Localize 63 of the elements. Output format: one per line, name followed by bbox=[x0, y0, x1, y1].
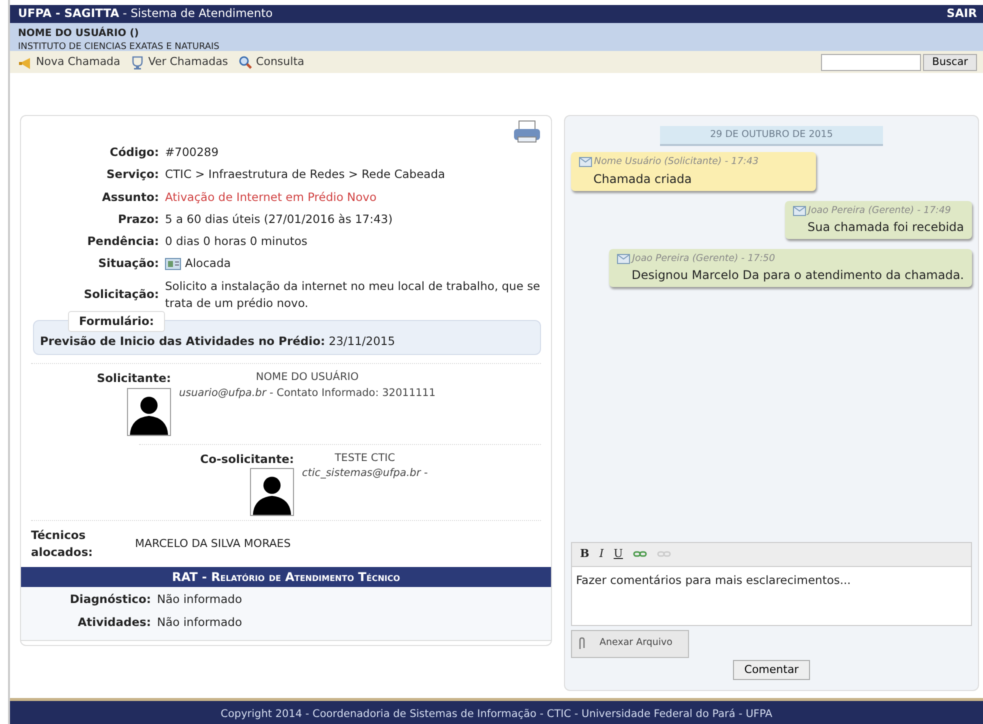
message-text: Chamada criada bbox=[592, 170, 693, 188]
avatar bbox=[250, 468, 294, 516]
field-value: CTIC > Infraestrutura de Redes > Rede Cabeada bbox=[165, 166, 446, 184]
field-value: MARCELO DA SILVA MORAES bbox=[135, 536, 291, 552]
message-icon bbox=[793, 206, 806, 216]
message-author: Joao Pereira (Gerente) - 17:50 bbox=[632, 252, 776, 266]
toolbar-link[interactable]: Ver Chamadas bbox=[130, 54, 228, 70]
toolbar-link[interactable]: Nova Chamada bbox=[18, 54, 120, 70]
attach-button[interactable]: Anexar Arquivo bbox=[571, 630, 689, 658]
field-label: Atividades: bbox=[76, 614, 151, 630]
bold-button[interactable]: B bbox=[580, 546, 590, 562]
message-text: Sua chamada foi recebida bbox=[806, 218, 964, 236]
avatar bbox=[127, 388, 171, 436]
field-label: Prazo: bbox=[116, 210, 159, 228]
user-unit: INSTITUTO DE CIENCIAS EXATAS E NATURAIS bbox=[18, 41, 220, 54]
field-label: Assunto: bbox=[101, 188, 159, 206]
italic-button[interactable]: I bbox=[599, 546, 604, 562]
field-label: Situação: bbox=[97, 255, 159, 272]
toolbar-link[interactable]: Consulta bbox=[238, 54, 304, 70]
field-label: Técnicos alocados: bbox=[31, 526, 94, 561]
field-label: Diagnóstico: bbox=[68, 591, 151, 608]
message-icon bbox=[617, 254, 630, 264]
cup-icon bbox=[130, 54, 146, 70]
field-label: Serviço: bbox=[105, 166, 159, 184]
search-button[interactable]: Buscar bbox=[923, 54, 977, 70]
field-value: Não informado bbox=[157, 591, 244, 608]
footer: Copyright 2014 - Coordenadoria de Sistemas de Informação - CTIC - Universidade Federal do Pará - UFPA bbox=[10, 698, 983, 724]
form-legend: Formulário: bbox=[68, 311, 165, 332]
printer-icon[interactable] bbox=[513, 120, 541, 144]
person-name: NOME DO USUÁRIO bbox=[254, 370, 360, 386]
person-contact: ctic_sistemas@ufpa.br - bbox=[302, 466, 428, 482]
person-role: Solicitante: bbox=[96, 370, 171, 388]
field-value: 0 dias 0 horas 0 minutos bbox=[165, 233, 308, 250]
comment-button[interactable]: Comentar bbox=[733, 660, 810, 680]
field-value: Ativação de Internet em Prédio Novo bbox=[165, 188, 378, 206]
person-name: TESTE CTIC bbox=[334, 450, 396, 466]
field-label: Código: bbox=[108, 144, 159, 161]
field-label: Pendência: bbox=[86, 233, 159, 250]
message-author: Nome Usuário (Solicitante) - 17:43 bbox=[594, 155, 759, 170]
link-icon[interactable] bbox=[632, 549, 647, 560]
search-field[interactable] bbox=[821, 54, 922, 70]
status-icon bbox=[165, 258, 181, 270]
date-label: 29 DE OUTUBRO DE 2015 bbox=[660, 126, 883, 146]
person-role: Co-solicitante: bbox=[200, 450, 294, 468]
underline-button[interactable]: U bbox=[614, 546, 623, 562]
person-contact: usuario@ufpa.br - Contato Informado: 32011111 bbox=[179, 386, 436, 401]
message-icon bbox=[579, 157, 592, 168]
message-text: Designou Marcelo Da para o atendimento da chamada. bbox=[630, 267, 964, 284]
status-text: Alocada bbox=[185, 255, 231, 272]
form-field: Previsão de Inicio das Atividades no Prédio: 23/11/2015 bbox=[40, 333, 534, 350]
user-name: NOME DO USUÁRIO () bbox=[18, 26, 140, 41]
field-value: 5 a 60 dias úteis (27/01/2016 às 17:43) bbox=[165, 210, 394, 228]
field-label: Solicitação: bbox=[82, 286, 159, 304]
app-title: UFPA - SAGITTA - Sistema de Atendimento bbox=[18, 5, 273, 22]
paperclip-icon bbox=[578, 636, 586, 650]
field-value: #700289 bbox=[165, 144, 220, 161]
field-value: Solicito a instalação da internet no meu local de trabalho, que se trata de um prédio novo. bbox=[165, 278, 541, 312]
field-value: Não informado bbox=[157, 614, 244, 630]
logout-link[interactable]: SAIR bbox=[946, 5, 977, 23]
section-header: RAT - Relatório de Atendimento Técnico bbox=[21, 567, 551, 588]
comment-field[interactable]: Fazer comentários para mais esclarecimentos... bbox=[572, 566, 971, 624]
message-author: Joao Pereira (Gerente) - 17:49 bbox=[808, 204, 951, 218]
search-icon bbox=[238, 54, 254, 70]
